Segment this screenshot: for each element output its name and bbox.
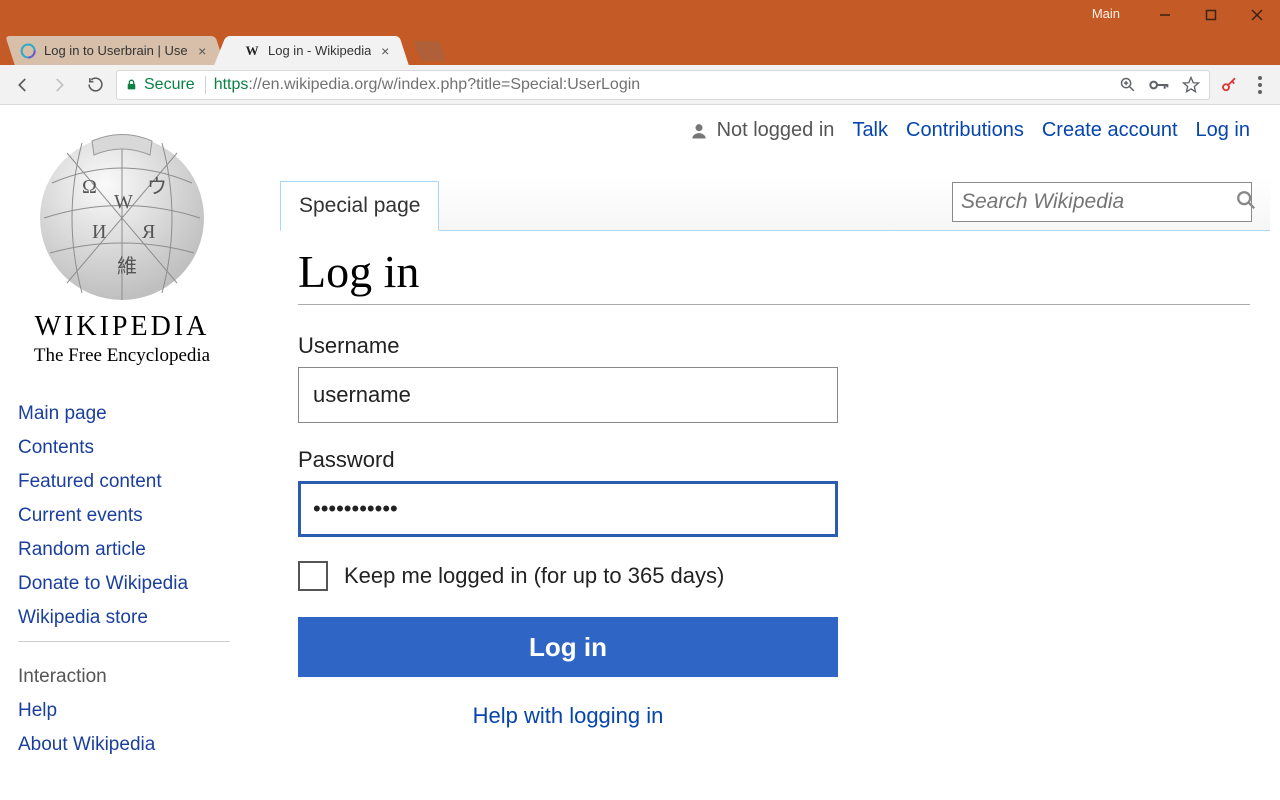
sidebar-heading-interaction: Interaction <box>18 644 250 694</box>
help-link[interactable]: Help with logging in <box>473 703 664 728</box>
help-logging-in: Help with logging in <box>298 703 838 729</box>
bookmark-star-icon[interactable] <box>1181 75 1201 95</box>
wikipedia-sidebar: WΩウ ИЯ維 WIKIPEDIA The Free Encyclopedia … <box>0 105 250 800</box>
topnav-link-login[interactable]: Log in <box>1196 119 1251 142</box>
topnav-link-contributions[interactable]: Contributions <box>906 119 1024 142</box>
browser-tab-active[interactable]: W Log in - Wikipedia × <box>229 36 408 65</box>
page-content: WΩウ ИЯ維 WIKIPEDIA The Free Encyclopedia … <box>0 105 1280 800</box>
password-label: Password <box>298 447 1250 473</box>
not-logged-in: Not logged in <box>689 119 835 142</box>
topnav-link-talk[interactable]: Talk <box>852 119 888 142</box>
wikipedia-tagline: The Free Encyclopedia <box>18 345 226 367</box>
address-bar[interactable]: Secure https://en.wikipedia.org/w/index.… <box>116 70 1210 100</box>
login-article: Log in Username Password Keep me logged … <box>298 245 1250 729</box>
wikipedia-content: Not logged in Talk Contributions Create … <box>250 105 1280 800</box>
username-label: Username <box>298 333 1250 359</box>
favicon-userbrain-icon <box>20 43 36 59</box>
reload-button[interactable] <box>80 70 110 100</box>
svg-text:Ω: Ω <box>82 176 97 198</box>
minimize-button[interactable] <box>1142 0 1188 30</box>
login-button[interactable]: Log in <box>298 617 838 677</box>
sidebar-link[interactable]: Featured content <box>18 465 250 499</box>
username-row: Username <box>298 333 1250 423</box>
keep-logged-label: Keep me logged in (for up to 365 days) <box>344 563 724 589</box>
tab-close-icon[interactable]: × <box>381 43 389 59</box>
window-controls <box>1142 0 1280 30</box>
user-icon <box>689 121 709 141</box>
page-tabs-row: Special page <box>280 177 1270 231</box>
page-title: Log in <box>298 245 1250 305</box>
username-input[interactable] <box>298 367 838 423</box>
wiki-search[interactable] <box>952 182 1252 222</box>
browser-tabstrip: Log in to Userbrain | Use × W Log in - W… <box>0 30 1280 65</box>
browser-tab-inactive[interactable]: Log in to Userbrain | Use × <box>5 36 224 65</box>
svg-text:W: W <box>114 191 133 213</box>
password-row: Password <box>298 447 1250 537</box>
new-tab-button[interactable] <box>414 41 446 61</box>
browser-menu-button[interactable] <box>1248 76 1272 94</box>
sidebar-link[interactable]: About Wikipedia <box>18 728 250 762</box>
sidebar-link[interactable]: Random article <box>18 533 250 567</box>
sidebar-link[interactable]: Donate to Wikipedia <box>18 567 250 601</box>
wikipedia-globe-icon: WΩ ウ И Я維 <box>22 123 222 303</box>
favicon-wikipedia-icon: W <box>244 43 260 59</box>
tab-close-icon[interactable]: × <box>198 43 206 59</box>
window-titlebar: Main <box>0 0 1280 30</box>
wikipedia-logo[interactable]: WΩ ウ И Я維 WIKIPEDIA The Free Encyclopedia <box>18 123 250 397</box>
sidebar-divider <box>18 641 230 642</box>
saved-password-key-icon[interactable] <box>1149 75 1169 95</box>
browser-toolbar: Secure https://en.wikipedia.org/w/index.… <box>0 65 1280 105</box>
forward-button[interactable] <box>44 70 74 100</box>
password-input[interactable] <box>298 481 838 537</box>
keep-logged-row[interactable]: Keep me logged in (for up to 365 days) <box>298 561 1250 591</box>
back-button[interactable] <box>8 70 38 100</box>
secure-indicator: Secure <box>125 76 206 94</box>
tab-title: Log in - Wikipedia <box>268 43 371 58</box>
svg-text:ウ: ウ <box>147 176 167 198</box>
svg-text:維: 維 <box>117 255 137 278</box>
wikipedia-wordmark: WIKIPEDIA <box>18 311 226 343</box>
svg-text:Я: Я <box>142 221 155 243</box>
zoom-icon[interactable] <box>1117 75 1137 95</box>
page-tab-special[interactable]: Special page <box>280 181 439 231</box>
topnav-link-create-account[interactable]: Create account <box>1042 119 1178 142</box>
sidebar-link[interactable]: Help <box>18 694 250 728</box>
sidebar-link[interactable]: Wikipedia store <box>18 601 250 635</box>
personal-tools-nav: Not logged in Talk Contributions Create … <box>689 119 1250 142</box>
maximize-button[interactable] <box>1188 0 1234 30</box>
window-title: Main <box>1092 6 1120 21</box>
secure-label: Secure <box>144 76 195 94</box>
search-icon[interactable] <box>1235 189 1257 216</box>
wiki-search-input[interactable] <box>961 190 1235 214</box>
sidebar-main-links: Main page Contents Featured content Curr… <box>18 397 250 635</box>
url-scheme: https <box>214 76 249 94</box>
lock-icon <box>125 78 138 91</box>
extension-key-icon[interactable] <box>1216 76 1242 94</box>
sidebar-interaction-links: Help About Wikipedia <box>18 694 250 762</box>
svg-text:И: И <box>92 221 106 243</box>
url-path: ://en.wikipedia.org/w/index.php?title=Sp… <box>248 76 640 94</box>
sidebar-link[interactable]: Current events <box>18 499 250 533</box>
omnibox-icons <box>1111 75 1201 95</box>
tab-title: Log in to Userbrain | Use <box>44 43 188 58</box>
close-window-button[interactable] <box>1234 0 1280 30</box>
keep-logged-checkbox[interactable] <box>298 561 328 591</box>
sidebar-link[interactable]: Contents <box>18 431 250 465</box>
sidebar-link[interactable]: Main page <box>18 397 250 431</box>
